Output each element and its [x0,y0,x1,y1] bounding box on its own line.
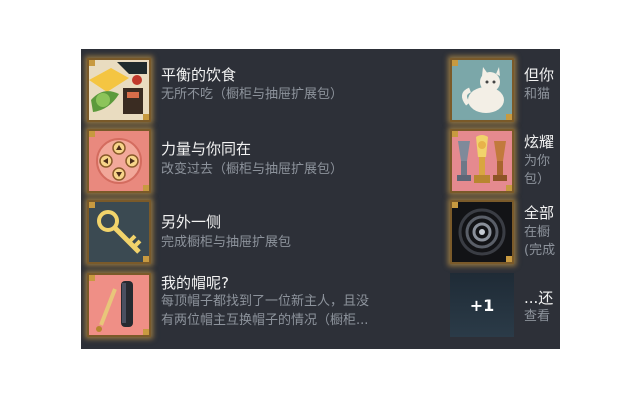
food-tray-icon [87,58,151,122]
achievement-desc-line-1: 每顶帽子都找到了一位新主人，且没 [161,294,370,309]
achievement-desc: 无所不吃（橱柜与抽屉扩展包） [161,87,344,102]
achievement-title: 力量与你同在 [161,140,252,158]
achievement-desc: 完成橱柜与抽屉扩展包 [161,235,292,250]
achievement-title: 全部 [524,204,555,222]
vortex-icon [450,200,514,264]
achievement-desc: 和猫 [524,87,551,102]
achievement-desc-line-1: 为你 [524,154,551,169]
achievement-title: ...还 [524,289,554,307]
achievement-title: 炫耀 [524,133,555,151]
achievement-desc-line-2: 有两位帽主互换帽子的情况（橱柜... [161,313,369,328]
achievement-desc: 改变过去（橱柜与抽屉扩展包） [161,162,344,177]
golden-key-icon [87,200,151,264]
achievement-desc: 查看 [524,309,551,324]
more-achievements-icon: +1 [450,273,514,337]
more-count-badge: +1 [469,295,495,315]
achievement-title: 我的帽呢? [161,274,229,292]
brush-stick-icon [87,273,151,337]
trophies-icon [450,129,514,193]
achievement-desc-line-2: 包） [524,172,551,187]
white-cat-icon [450,58,514,122]
achievement-desc-line-1: 在橱 [524,225,551,240]
achievement-title: 另外一侧 [161,213,222,231]
dpad-controller-icon [87,129,151,193]
achievement-title: 但你 [524,66,555,84]
achievement-desc-line-2: (完成 [524,243,556,258]
achievements-panel: 平衡的饮食 无所不吃（橱柜与抽屉扩展包） 力量与你同在 改变过去（橱柜与抽屉扩展… [81,49,560,349]
achievement-title: 平衡的饮食 [161,66,237,84]
